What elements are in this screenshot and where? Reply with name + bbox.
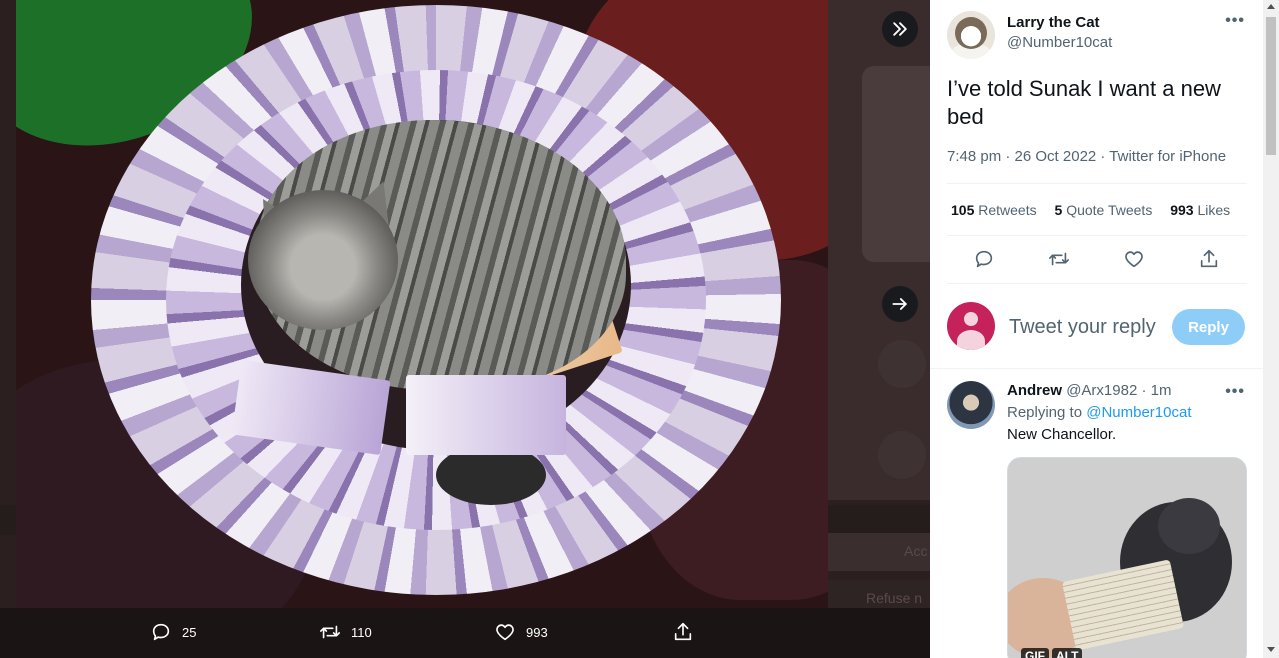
avatar <box>947 381 995 429</box>
scrollbar[interactable] <box>1263 0 1279 658</box>
media-action-bar: 25 110 993 <box>0 608 930 658</box>
reply-submit-button[interactable]: Reply <box>1172 309 1245 345</box>
scroll-down-icon[interactable] <box>1267 647 1275 652</box>
likes-count: 993 <box>1170 202 1194 218</box>
divider <box>947 183 1247 184</box>
share-button[interactable] <box>1198 248 1220 270</box>
gif-badges: GIF ALT <box>1021 648 1085 658</box>
reply-author-avatar[interactable] <box>947 381 995 429</box>
reply-text: New Chancellor. <box>1007 426 1117 443</box>
arrow-right-icon <box>892 298 907 310</box>
share-icon <box>1200 249 1218 268</box>
reply-author-handle-time[interactable]: @Arx1982 · 1m <box>1066 382 1171 399</box>
avatar-cat-face <box>955 17 987 49</box>
media-retweet-count: 110 <box>351 624 372 640</box>
tweet-stats: 105 Retweets 5 Quote Tweets 993 Likes <box>951 202 1244 218</box>
scrollbar-thumb[interactable] <box>1266 17 1276 155</box>
tweet-text: I’ve told Sunak I want a new bed <box>947 76 1221 129</box>
share-icon <box>674 622 692 641</box>
tweet-detail-panel: Larry the Cat @Number10cat ••• I’ve told… <box>930 0 1279 658</box>
more-icon[interactable]: ••• <box>1225 383 1245 401</box>
reply-author-line: Andrew @Arx1982 · 1m <box>1007 382 1171 399</box>
avatar[interactable] <box>947 302 995 350</box>
media-retweet-button[interactable]: 110 <box>319 621 372 643</box>
replying-to-handle[interactable]: @Number10cat <box>1086 404 1191 421</box>
collapse-icon <box>893 22 907 36</box>
background-avatar <box>878 431 926 479</box>
reply-icon <box>152 623 170 641</box>
background-image-strip <box>862 66 930 262</box>
gif-kitten-head <box>1158 498 1220 554</box>
retweet-icon <box>320 625 340 639</box>
avatar-head <box>964 312 978 326</box>
tweet-meta[interactable]: 7:48 pm · 26 Oct 2022 · Twitter for iPho… <box>947 148 1226 165</box>
quote-tweets-stat[interactable]: 5 Quote Tweets <box>1055 202 1153 218</box>
scroll-up-icon[interactable] <box>1267 4 1275 9</box>
media-reply-button[interactable]: 25 <box>150 621 196 643</box>
divider <box>947 283 1247 284</box>
author-display-name[interactable]: Larry the Cat <box>1007 14 1112 31</box>
tweet-action-bar <box>947 248 1247 272</box>
retweet-button[interactable] <box>1048 248 1070 270</box>
quote-tweets-count: 5 <box>1054 202 1063 218</box>
reply-input[interactable]: Tweet your reply <box>1009 316 1156 339</box>
retweets-stat[interactable]: 105 Retweets <box>951 202 1037 218</box>
reply-author-name[interactable]: Andrew <box>1007 382 1062 399</box>
more-icon[interactable]: ••• <box>1225 12 1245 30</box>
retweets-count: 105 <box>951 202 975 218</box>
reply-gif[interactable]: GIF ALT <box>1007 457 1247 658</box>
media-reply-count: 25 <box>182 624 197 640</box>
replying-to-label: Replying to <box>1007 404 1083 421</box>
likes-stat[interactable]: 993 Likes <box>1170 202 1230 218</box>
divider <box>930 368 1263 369</box>
avatar-body <box>957 330 985 350</box>
gif-badge: GIF <box>1021 648 1049 658</box>
like-button[interactable] <box>1123 248 1145 270</box>
gif-cash-stack <box>1061 559 1185 651</box>
alt-badge[interactable]: ALT <box>1052 648 1083 658</box>
quote-tweets-label: Quote Tweets <box>1066 202 1153 218</box>
retweets-label: Retweets <box>978 202 1037 218</box>
media-share-button[interactable] <box>672 621 704 643</box>
media-viewer: Acc Refuse n 25 110 993 <box>0 0 930 658</box>
reply-icon <box>975 250 993 268</box>
divider <box>947 235 1247 236</box>
likes-label: Likes <box>1197 202 1231 218</box>
author-handle[interactable]: @Number10cat <box>1007 34 1112 51</box>
retweet-icon <box>1049 252 1069 266</box>
photo-twenty-pound-note <box>406 375 566 455</box>
reply-composer: Tweet your reply Reply <box>947 302 1247 350</box>
media-like-count: 993 <box>526 624 548 640</box>
background-accept-button: Acc <box>828 533 930 571</box>
replying-to: Replying to @Number10cat <box>1007 404 1192 421</box>
tweet-photo[interactable] <box>16 0 828 608</box>
background-avatar <box>878 340 926 388</box>
media-like-button[interactable]: 993 <box>494 621 548 643</box>
like-icon <box>1125 251 1143 268</box>
tweet-author: Larry the Cat @Number10cat <box>947 11 1112 59</box>
like-icon <box>496 624 514 641</box>
next-media-button[interactable] <box>882 286 918 322</box>
collapse-panel-button[interactable] <box>882 11 918 47</box>
reply-button[interactable] <box>973 248 995 270</box>
photo-cat-head <box>248 190 398 330</box>
avatar[interactable] <box>947 11 995 59</box>
author-names: Larry the Cat @Number10cat <box>1007 14 1112 59</box>
